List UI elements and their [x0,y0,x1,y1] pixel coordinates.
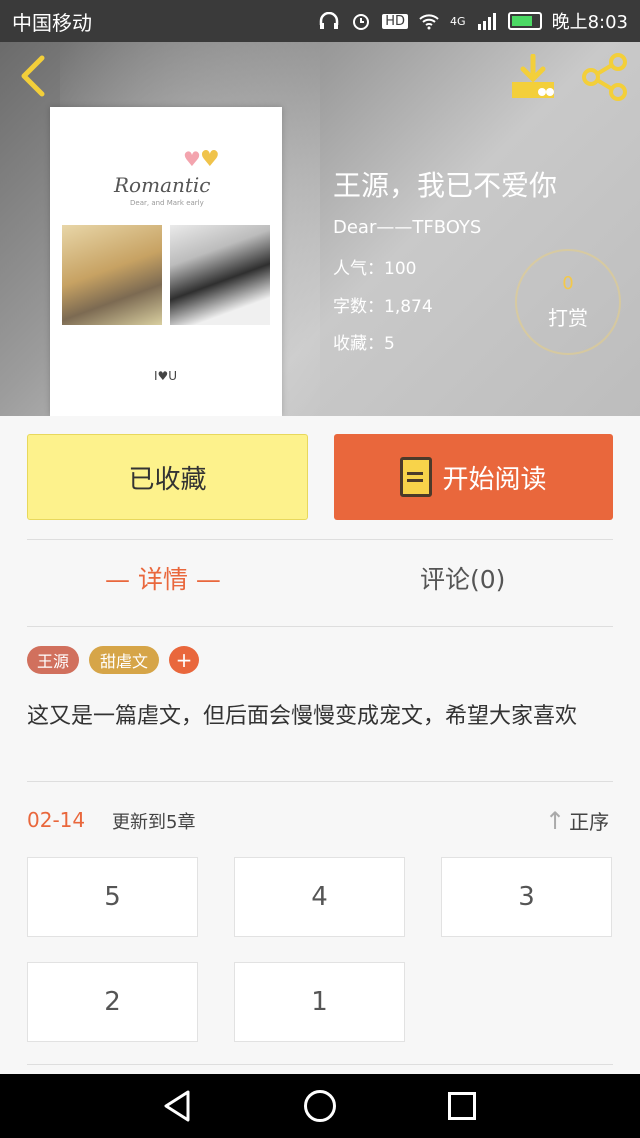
cover-title: Romantic [114,173,211,197]
sort-label: 正序 [569,810,610,834]
collected-label: 已收藏 [128,464,207,495]
divider [27,626,613,627]
add-tag-button[interactable]: + [169,646,199,674]
clock: 晚上8:03 [551,12,628,33]
book-header: ♥ ♥ Romantic Dear, and Mark early I♥U 王源… [0,42,640,416]
cover-photo-girl [170,225,270,325]
cover-photo-boy [62,225,162,325]
share-icon[interactable] [580,52,630,102]
chapter-button[interactable]: 2 [27,962,198,1042]
heart-icon: ♥ [200,147,220,172]
popularity-stat: 人气：100 [333,259,417,279]
headphone-icon [320,12,339,29]
divider [27,1064,613,1065]
book-icon [400,457,433,497]
tag-tiannue[interactable]: 甜虐文 [89,646,159,674]
nav-recent-icon[interactable] [448,1092,476,1120]
book-author: Dear——TFBOYS [333,217,482,238]
book-title: 王源，我已不爱你 [333,169,558,202]
heart-icon: ♥ [183,147,201,171]
alarm-icon [353,14,370,30]
system-nav-bar [0,1074,640,1138]
download-icon[interactable] [508,54,558,100]
chapter-button[interactable]: 5 [27,857,198,937]
divider [27,539,613,540]
word-count-stat: 字数：1,874 [333,297,433,317]
network-type: 4G [450,14,466,28]
wifi-icon [419,14,439,30]
tab-detail[interactable]: — 详情 — [105,560,221,596]
reward-count: 0 [562,273,574,294]
book-description: 这又是一篇虐文，但后面会慢慢变成宠文，希望大家喜欢 [27,704,578,729]
sort-order-button[interactable]: ↑ 正序 [545,806,609,835]
collected-button[interactable]: 已收藏 [27,434,308,520]
carrier-name: 中国移动 [12,10,92,35]
tag-wangyuan[interactable]: 王源 [27,646,79,674]
cover-signature: I♥U [154,369,178,383]
chevron-left-icon[interactable] [14,54,54,98]
nav-back-icon[interactable] [160,1088,196,1124]
chapter-button[interactable]: 4 [234,857,405,937]
chapter-button[interactable]: 3 [441,857,612,937]
book-cover[interactable]: ♥ ♥ Romantic Dear, and Mark early I♥U [50,107,282,416]
update-status: 更新到5章 [112,812,196,833]
reward-button[interactable]: 0 打赏 [515,249,621,355]
signal-icon [477,13,496,30]
battery-icon [507,12,542,30]
hd-icon: HD [382,13,409,29]
chapter-button[interactable]: 1 [234,962,405,1042]
favorites-stat: 收藏：5 [333,334,395,354]
nav-home-icon[interactable] [304,1090,336,1122]
start-reading-button[interactable]: 开始阅读 [334,434,613,520]
tab-comment[interactable]: 评论(0) [420,560,505,596]
cover-subtitle: Dear, and Mark early [130,199,204,207]
start-reading-label: 开始阅读 [442,464,547,495]
divider [27,781,613,782]
arrow-up-icon: ↑ [545,806,566,835]
status-bar: 中国移动 HD 4G 晚上8:03 [0,0,640,42]
update-date: 02-14 [27,808,86,832]
reward-label: 打赏 [548,306,588,330]
